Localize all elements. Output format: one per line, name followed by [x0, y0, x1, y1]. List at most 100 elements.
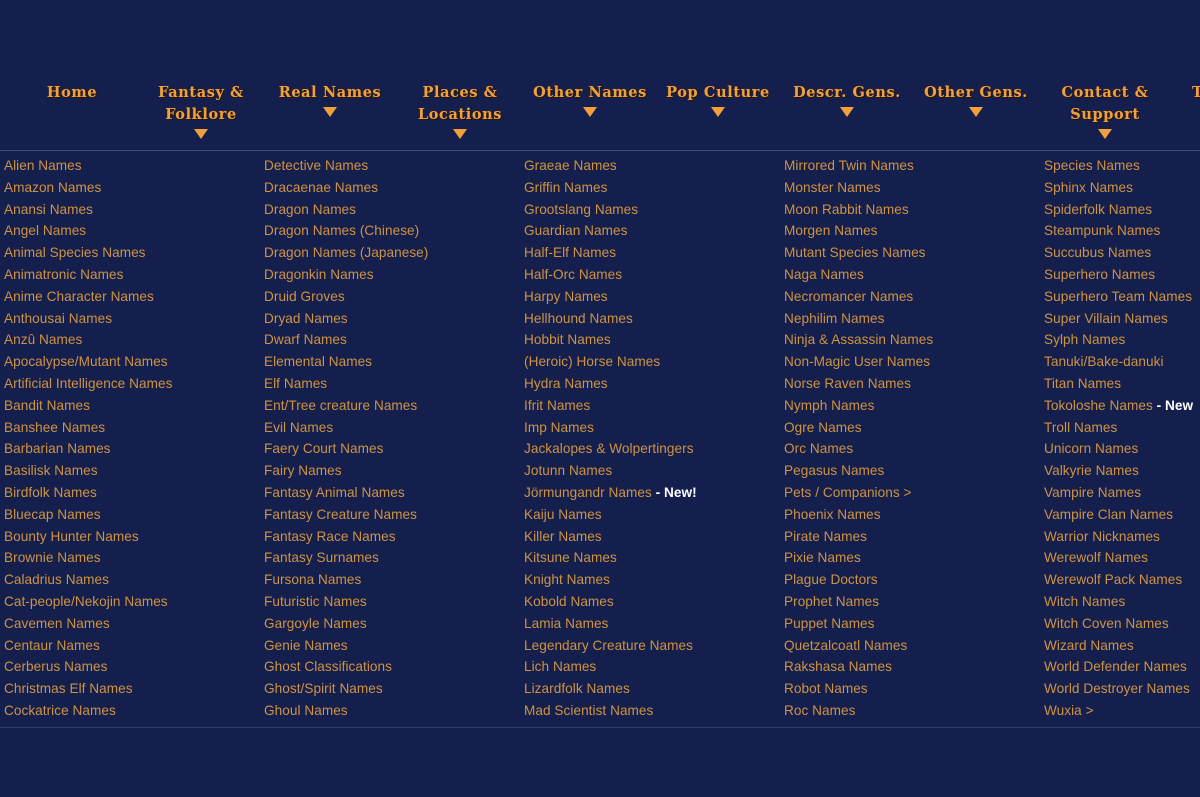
dropdown-link[interactable]: Fantasy Creature Names [260, 504, 520, 526]
dropdown-link[interactable]: Nephilim Names [780, 308, 1040, 330]
dropdown-link[interactable]: Vampire Names [1040, 482, 1200, 504]
dropdown-link[interactable]: Moon Rabbit Names [780, 199, 1040, 221]
dropdown-link[interactable]: Sphinx Names [1040, 177, 1200, 199]
dropdown-link[interactable]: Ghost/Spirit Names [260, 678, 520, 700]
dropdown-link[interactable]: Faery Court Names [260, 438, 520, 460]
chevron-down-icon[interactable] [711, 107, 725, 117]
dropdown-link[interactable]: Hobbit Names [520, 329, 780, 351]
dropdown-link[interactable]: Fantasy Animal Names [260, 482, 520, 504]
dropdown-link[interactable]: Graeae Names [520, 155, 780, 177]
dropdown-link[interactable]: Sylph Names [1040, 329, 1200, 351]
dropdown-link[interactable]: Robot Names [780, 678, 1040, 700]
dropdown-link[interactable]: Kobold Names [520, 591, 780, 613]
dropdown-link[interactable]: Alien Names [0, 155, 260, 177]
dropdown-link[interactable]: Half-Orc Names [520, 264, 780, 286]
dropdown-link[interactable]: Knight Names [520, 569, 780, 591]
dropdown-link[interactable]: Lamia Names [520, 613, 780, 635]
dropdown-link[interactable]: Hellhound Names [520, 308, 780, 330]
dropdown-link[interactable]: Rakshasa Names [780, 656, 1040, 678]
nav-item-descriptive-generators[interactable]: Descr. Gens. [782, 0, 912, 117]
dropdown-link[interactable]: Dragon Names (Japanese) [260, 242, 520, 264]
dropdown-link[interactable]: Artificial Intelligence Names [0, 373, 260, 395]
dropdown-link[interactable]: Ninja & Assassin Names [780, 329, 1040, 351]
dropdown-link[interactable]: Non-Magic User Names [780, 351, 1040, 373]
dropdown-link[interactable]: Nymph Names [780, 395, 1040, 417]
dropdown-link[interactable]: Hydra Names [520, 373, 780, 395]
dropdown-link[interactable]: Witch Names [1040, 591, 1200, 613]
nav-item-places-locations[interactable]: Places & Locations [394, 0, 526, 139]
dropdown-link[interactable]: Ifrit Names [520, 395, 780, 417]
dropdown-link[interactable]: Futuristic Names [260, 591, 520, 613]
dropdown-link[interactable]: Puppet Names [780, 613, 1040, 635]
dropdown-link[interactable]: Tokoloshe Names - New [1040, 395, 1200, 417]
dropdown-link[interactable]: Kaiju Names [520, 504, 780, 526]
dropdown-link[interactable]: Kitsune Names [520, 547, 780, 569]
dropdown-link[interactable]: Troll Names [1040, 417, 1200, 439]
dropdown-link[interactable]: Ogre Names [780, 417, 1040, 439]
dropdown-link[interactable]: Species Names [1040, 155, 1200, 177]
dropdown-link[interactable]: Wizard Names [1040, 635, 1200, 657]
dropdown-link[interactable]: Cockatrice Names [0, 700, 260, 722]
chevron-down-icon[interactable] [840, 107, 854, 117]
dropdown-link[interactable]: Fantasy Surnames [260, 547, 520, 569]
dropdown-link[interactable]: Druid Groves [260, 286, 520, 308]
dropdown-link[interactable]: Grootslang Names [520, 199, 780, 221]
dropdown-link[interactable]: Unicorn Names [1040, 438, 1200, 460]
dropdown-link[interactable]: Bandit Names [0, 395, 260, 417]
dropdown-link[interactable]: Genie Names [260, 635, 520, 657]
dropdown-link[interactable]: Harpy Names [520, 286, 780, 308]
dropdown-link[interactable]: Spiderfolk Names [1040, 199, 1200, 221]
dropdown-link[interactable]: Necromancer Names [780, 286, 1040, 308]
dropdown-link[interactable]: Fairy Names [260, 460, 520, 482]
nav-item-contact-support[interactable]: Contact & Support [1040, 0, 1170, 139]
dropdown-link[interactable]: Superhero Names [1040, 264, 1200, 286]
dropdown-link[interactable]: Mirrored Twin Names [780, 155, 1040, 177]
dropdown-link[interactable]: Vampire Clan Names [1040, 504, 1200, 526]
dropdown-link[interactable]: Detective Names [260, 155, 520, 177]
dropdown-link[interactable]: Lich Names [520, 656, 780, 678]
chevron-down-icon[interactable] [1098, 129, 1112, 139]
dropdown-link[interactable]: Killer Names [520, 526, 780, 548]
dropdown-link[interactable]: Pegasus Names [780, 460, 1040, 482]
dropdown-link[interactable]: Dragon Names [260, 199, 520, 221]
dropdown-link[interactable]: Animatronic Names [0, 264, 260, 286]
dropdown-link[interactable]: Apocalypse/Mutant Names [0, 351, 260, 373]
dropdown-link[interactable]: Dwarf Names [260, 329, 520, 351]
dropdown-link[interactable]: Pets / Companions > [780, 482, 1040, 504]
dropdown-link[interactable]: Cerberus Names [0, 656, 260, 678]
dropdown-link[interactable]: Mad Scientist Names [520, 700, 780, 722]
dropdown-link[interactable]: Bluecap Names [0, 504, 260, 526]
dropdown-link[interactable]: Elemental Names [260, 351, 520, 373]
dropdown-link[interactable]: Evil Names [260, 417, 520, 439]
dropdown-link[interactable]: Warrior Nicknames [1040, 526, 1200, 548]
dropdown-link[interactable]: Dracaenae Names [260, 177, 520, 199]
dropdown-link[interactable]: Steampunk Names [1040, 220, 1200, 242]
dropdown-link[interactable]: Orc Names [780, 438, 1040, 460]
dropdown-link[interactable]: (Heroic) Horse Names [520, 351, 780, 373]
nav-item-other-generators[interactable]: Other Gens. [912, 0, 1040, 117]
dropdown-link[interactable]: Dryad Names [260, 308, 520, 330]
dropdown-link[interactable]: Imp Names [520, 417, 780, 439]
dropdown-link[interactable]: Jörmungandr Names - New! [520, 482, 780, 504]
nav-item-real-names[interactable]: Real Names [266, 0, 394, 117]
dropdown-link[interactable]: World Defender Names [1040, 656, 1200, 678]
dropdown-link[interactable]: Gargoyle Names [260, 613, 520, 635]
chevron-down-icon[interactable] [194, 129, 208, 139]
dropdown-link[interactable]: Ghoul Names [260, 700, 520, 722]
dropdown-link[interactable]: Jackalopes & Wolpertingers [520, 438, 780, 460]
dropdown-link[interactable]: Brownie Names [0, 547, 260, 569]
nav-item-fantasy-folklore[interactable]: Fantasy & Folklore [136, 0, 266, 139]
dropdown-link[interactable]: Lizardfolk Names [520, 678, 780, 700]
dropdown-link[interactable]: Valkyrie Names [1040, 460, 1200, 482]
dropdown-link[interactable]: Bounty Hunter Names [0, 526, 260, 548]
nav-item-clipped[interactable]: T [1170, 0, 1200, 107]
dropdown-link[interactable]: Monster Names [780, 177, 1040, 199]
dropdown-link[interactable]: Fursona Names [260, 569, 520, 591]
dropdown-link[interactable]: Griffin Names [520, 177, 780, 199]
dropdown-link[interactable]: Christmas Elf Names [0, 678, 260, 700]
dropdown-link[interactable]: Caladrius Names [0, 569, 260, 591]
dropdown-link[interactable]: Pixie Names [780, 547, 1040, 569]
dropdown-link[interactable]: Guardian Names [520, 220, 780, 242]
dropdown-link[interactable]: Cat-people/Nekojin Names [0, 591, 260, 613]
dropdown-link[interactable]: Wuxia > [1040, 700, 1200, 722]
